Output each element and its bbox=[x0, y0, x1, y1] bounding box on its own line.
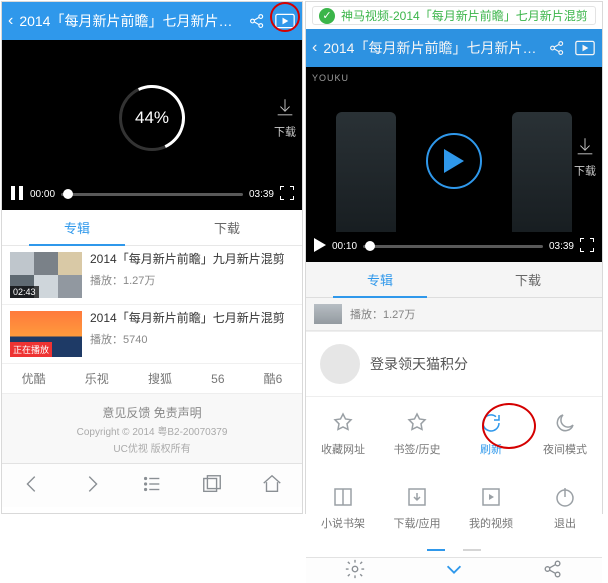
profile-text: 登录领天猫积分 bbox=[370, 354, 468, 374]
avatar bbox=[320, 344, 360, 384]
pill-text: 神马视频-2014「每月新片前瞻」七月新片混剪 bbox=[341, 7, 588, 24]
fullscreen-icon[interactable] bbox=[580, 238, 594, 255]
menu-night[interactable]: 夜间模式 bbox=[528, 397, 602, 471]
thumbnail bbox=[314, 304, 342, 324]
seek-bar[interactable] bbox=[363, 245, 543, 248]
nav-back-icon[interactable] bbox=[21, 473, 43, 498]
nav-tabs-icon[interactable] bbox=[201, 473, 223, 498]
page-footer: 意见反馈 免责声明 Copyright © 2014 粤B2-20070379 … bbox=[2, 394, 302, 463]
list-item[interactable]: 02:43 2014「每月新片前瞻」九月新片混剪 播放：1.27万 bbox=[2, 246, 302, 305]
buffering-ring: 44% bbox=[119, 85, 185, 151]
download-side-button[interactable]: 下载 bbox=[574, 135, 596, 178]
now-playing-badge: 正在播放 bbox=[10, 342, 52, 357]
time-current: 00:10 bbox=[332, 241, 357, 252]
menu-refresh[interactable]: 刷新 bbox=[454, 397, 528, 471]
profile-row[interactable]: 登录领天猫积分 bbox=[306, 332, 602, 397]
header-title: 2014「每月新片前瞻」七月新片… bbox=[19, 11, 240, 31]
download-label: 下载 bbox=[274, 124, 296, 140]
play-button[interactable] bbox=[426, 133, 482, 189]
browser-toolbar bbox=[306, 557, 602, 583]
source-tab[interactable]: 56 bbox=[211, 372, 224, 386]
item-sub: 播放：5740 bbox=[90, 331, 285, 347]
video-surface[interactable]: YOUKU 下载 00:10 03:39 bbox=[306, 67, 602, 262]
item-sub: 播放：1.27万 bbox=[350, 306, 415, 322]
time-duration: 03:39 bbox=[249, 189, 274, 200]
episode-list: 02:43 2014「每月新片前瞻」九月新片混剪 播放：1.27万 正在播放 2… bbox=[2, 246, 302, 364]
seek-bar[interactable] bbox=[61, 193, 243, 196]
source-tab[interactable]: 搜狐 bbox=[148, 370, 172, 387]
footer-links[interactable]: 意见反馈 免责声明 bbox=[2, 404, 302, 421]
tab-album[interactable]: 专辑 bbox=[2, 210, 152, 245]
playlist-icon[interactable] bbox=[274, 10, 296, 32]
nav-home-icon[interactable] bbox=[261, 473, 283, 498]
fullscreen-icon[interactable] bbox=[280, 186, 294, 203]
menu-novels[interactable]: 小说书架 bbox=[306, 471, 380, 545]
menu-grid: 收藏网址 书签/历史 刷新 夜间模式 小说书架 下载/应用 我的视频 退出 bbox=[306, 397, 602, 545]
menu-favorites[interactable]: 收藏网址 bbox=[306, 397, 380, 471]
nav-share-icon[interactable] bbox=[542, 558, 564, 583]
share-icon[interactable] bbox=[246, 10, 268, 32]
download-label: 下载 bbox=[574, 162, 596, 178]
play-icon[interactable] bbox=[314, 238, 326, 255]
nav-forward-icon[interactable] bbox=[81, 473, 103, 498]
menu-my-videos[interactable]: 我的视频 bbox=[454, 471, 528, 545]
download-side-button[interactable]: 下载 bbox=[274, 97, 296, 140]
pause-icon[interactable] bbox=[10, 186, 24, 203]
list-item[interactable]: 正在播放 2014「每月新片前瞻」七月新片混剪 播放：5740 bbox=[2, 305, 302, 364]
source-tab[interactable]: 酷6 bbox=[264, 370, 283, 387]
nav-collapse-icon[interactable] bbox=[441, 558, 467, 583]
time-duration: 03:39 bbox=[549, 241, 574, 252]
tab-download[interactable]: 下载 bbox=[152, 210, 302, 245]
menu-exit[interactable]: 退出 bbox=[528, 471, 602, 545]
duration-badge: 02:43 bbox=[10, 286, 39, 298]
item-title: 2014「每月新片前瞻」九月新片混剪 bbox=[90, 252, 285, 268]
phone-right: ✓ 神马视频-2014「每月新片前瞻」七月新片混剪 ‹ 2014「每月新片前瞻」… bbox=[305, 1, 603, 514]
content-tabs: 专辑 下载 bbox=[306, 262, 602, 298]
time-current: 00:00 bbox=[30, 189, 55, 200]
list-item[interactable]: 播放：1.27万 bbox=[306, 298, 602, 331]
nav-menu-icon[interactable] bbox=[141, 473, 163, 498]
menu-panel: 登录领天猫积分 收藏网址 书签/历史 刷新 夜间模式 小说书架 下载/应用 我的… bbox=[306, 331, 602, 557]
security-pill[interactable]: ✓ 神马视频-2014「每月新片前瞻」七月新片混剪 bbox=[312, 6, 596, 25]
footer-brand: UC优视 版权所有 bbox=[2, 440, 302, 455]
item-title: 2014「每月新片前瞻」七月新片混剪 bbox=[90, 311, 285, 327]
playlist-icon[interactable] bbox=[574, 37, 596, 59]
buffering-pct: 44% bbox=[135, 108, 169, 128]
source-tabs: 优酷 乐视 搜狐 56 酷6 bbox=[2, 364, 302, 394]
browser-toolbar bbox=[2, 463, 302, 507]
menu-bookmarks[interactable]: 书签/历史 bbox=[380, 397, 454, 471]
back-icon[interactable]: ‹ bbox=[8, 12, 13, 30]
thumbnail: 正在播放 bbox=[10, 311, 82, 357]
video-header: ‹ 2014「每月新片前瞻」七月新片… bbox=[2, 2, 302, 40]
phone-left: ‹ 2014「每月新片前瞻」七月新片… 44% 下载 00:00 bbox=[1, 1, 303, 514]
back-icon[interactable]: ‹ bbox=[312, 39, 317, 57]
watermark: YOUKU bbox=[312, 73, 349, 83]
video-header: ‹ 2014「每月新片前瞻」七月新片… bbox=[306, 29, 602, 67]
item-sub: 播放：1.27万 bbox=[90, 272, 285, 288]
video-surface[interactable]: 44% 下载 00:00 03:39 bbox=[2, 40, 302, 210]
content-tabs: 专辑 下载 bbox=[2, 210, 302, 246]
share-icon[interactable] bbox=[546, 37, 568, 59]
nav-settings-icon[interactable] bbox=[344, 558, 366, 583]
video-controls: 00:10 03:39 bbox=[306, 230, 602, 262]
source-tab[interactable]: 优酷 bbox=[22, 370, 46, 387]
tab-album[interactable]: 专辑 bbox=[306, 262, 454, 297]
video-controls: 00:00 03:39 bbox=[2, 178, 302, 210]
check-icon: ✓ bbox=[319, 8, 335, 24]
thumbnail: 02:43 bbox=[10, 252, 82, 298]
source-tab[interactable]: 乐视 bbox=[85, 370, 109, 387]
page-indicator bbox=[306, 545, 602, 557]
header-title: 2014「每月新片前瞻」七月新片… bbox=[323, 38, 540, 58]
menu-downloads[interactable]: 下载/应用 bbox=[380, 471, 454, 545]
footer-copyright: Copyright © 2014 粤B2-20070379 bbox=[2, 423, 302, 438]
tab-download[interactable]: 下载 bbox=[454, 262, 602, 297]
